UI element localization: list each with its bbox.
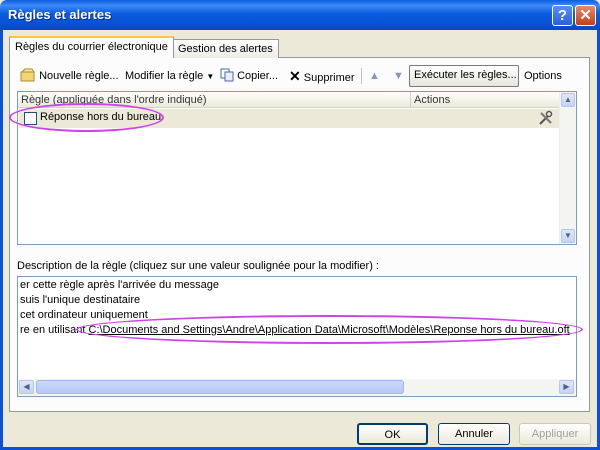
scroll-left-icon[interactable]: ◀ xyxy=(19,380,34,394)
cancel-button[interactable]: Annuler xyxy=(438,423,510,445)
new-rule-icon xyxy=(20,68,35,82)
toolbar-separator xyxy=(361,68,362,84)
new-rule-button[interactable]: Nouvelle règle... xyxy=(20,66,119,86)
scroll-up-icon[interactable]: ▲ xyxy=(561,93,575,107)
arrow-down-icon: ▼ xyxy=(393,70,404,82)
delete-icon: ✕ xyxy=(289,68,301,84)
rules-list[interactable]: Règle (appliquée dans l'ordre indiqué) A… xyxy=(17,91,577,245)
apply-button[interactable]: Appliquer xyxy=(519,423,591,445)
options-label: Options xyxy=(524,70,562,82)
description-line: re en utilisant C:\Documents and Setting… xyxy=(20,324,570,336)
tab-alerts[interactable]: Gestion des alertes xyxy=(172,39,279,58)
description-label: Description de la règle (cliquez sur une… xyxy=(17,260,379,272)
description-line: suis l'unique destinataire xyxy=(20,294,141,306)
description-line: cet ordinateur uniquement xyxy=(20,309,148,321)
delete-label: Supprimer xyxy=(303,72,355,84)
arrow-up-icon: ▲ xyxy=(369,70,380,82)
close-button[interactable]: ✕ xyxy=(575,5,596,26)
tools-icon xyxy=(539,110,553,125)
modify-rule-label: Modifier la règle xyxy=(125,70,204,82)
options-button[interactable]: Options xyxy=(524,66,562,86)
title-bar: Règles et alertes ? ✕ xyxy=(0,0,600,30)
rules-vertical-scrollbar[interactable]: ▲ ▼ xyxy=(559,92,576,244)
new-rule-label: Nouvelle règle... xyxy=(39,70,119,82)
description-line-text: re en utilisant xyxy=(20,324,86,336)
copy-button[interactable]: Copier... xyxy=(220,66,278,86)
rule-description-box[interactable]: er cette règle après l'arrivée du messag… xyxy=(17,276,577,397)
dropdown-arrow-icon: ▼ xyxy=(206,72,215,81)
tab-email-rules[interactable]: Règles du courrier électronique xyxy=(9,36,174,58)
copy-icon xyxy=(220,68,234,82)
move-down-button[interactable]: ▼ xyxy=(393,66,404,86)
rule-checkbox[interactable] xyxy=(24,112,37,125)
run-rules-label: Exécuter les règles... xyxy=(414,69,517,81)
rule-name: Réponse hors du bureau xyxy=(40,111,162,123)
column-header-actions[interactable]: Actions xyxy=(410,92,560,108)
description-line: er cette règle après l'arrivée du messag… xyxy=(20,279,219,291)
template-path-link[interactable]: C:\Documents and Settings\Andre\Applicat… xyxy=(89,324,570,336)
description-horizontal-scrollbar[interactable]: ◀ ▶ xyxy=(18,379,576,396)
modify-rule-button[interactable]: Modifier la règle ▼ xyxy=(125,66,214,86)
scroll-thumb[interactable] xyxy=(36,380,404,394)
move-up-button[interactable]: ▲ xyxy=(369,66,380,86)
ok-button[interactable]: OK xyxy=(357,423,428,445)
window-title: Règles et alertes xyxy=(8,7,112,22)
run-rules-button[interactable]: Exécuter les règles... xyxy=(409,65,519,87)
scroll-right-icon[interactable]: ▶ xyxy=(559,380,574,394)
delete-button[interactable]: ✕ Supprimer xyxy=(289,66,355,86)
copy-label: Copier... xyxy=(237,70,279,82)
scroll-down-icon[interactable]: ▼ xyxy=(561,229,575,243)
column-header-rule[interactable]: Règle (appliquée dans l'ordre indiqué) xyxy=(18,92,410,108)
table-row[interactable]: Réponse hors du bureau xyxy=(19,109,560,128)
help-button[interactable]: ? xyxy=(552,5,573,26)
